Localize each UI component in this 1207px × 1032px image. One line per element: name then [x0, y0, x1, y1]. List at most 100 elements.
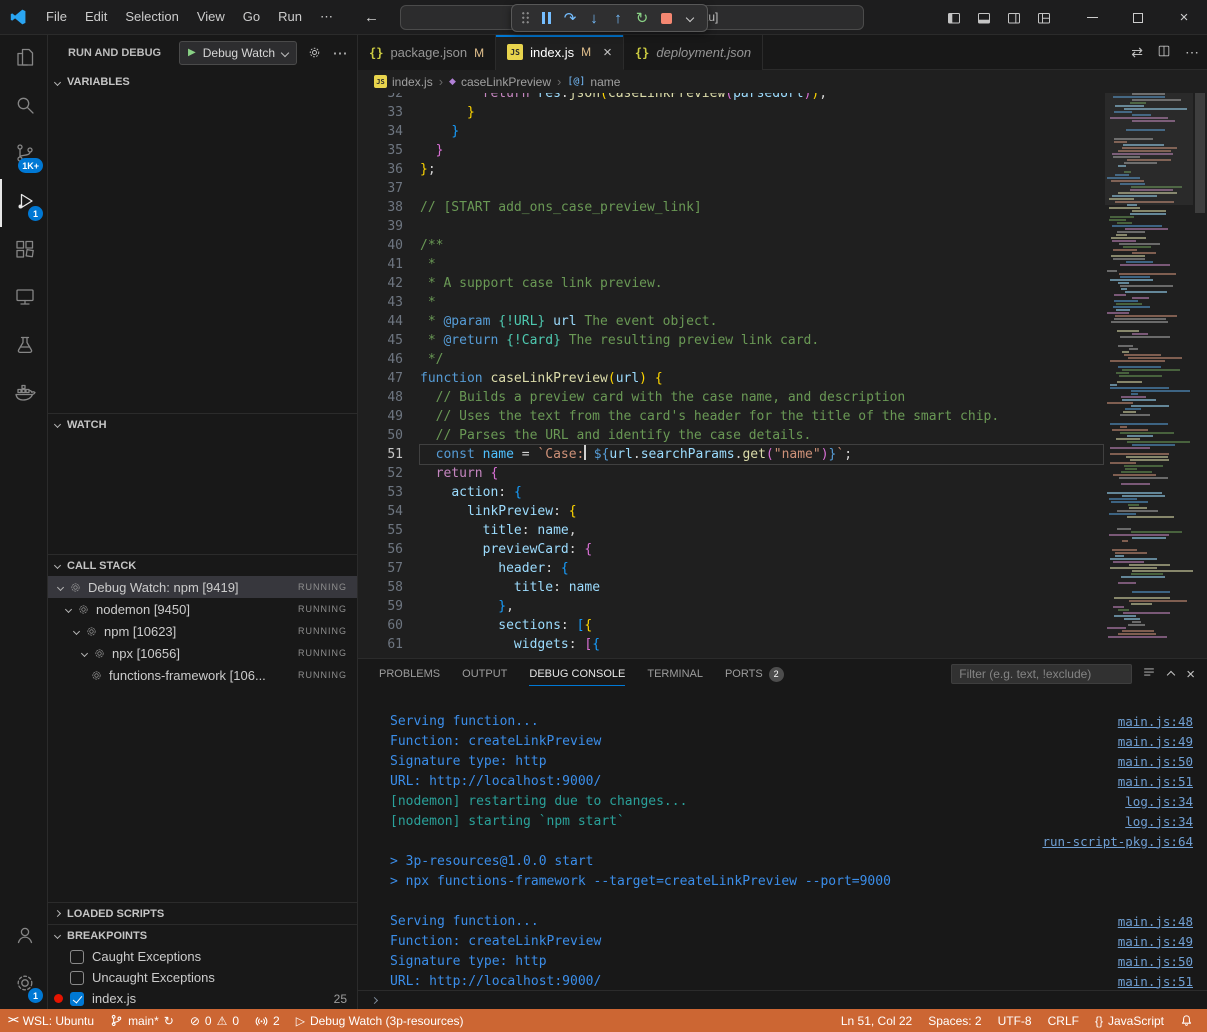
breakpoint-checkbox[interactable]	[70, 971, 84, 985]
code-line-52[interactable]: 52 return {	[358, 464, 1207, 483]
code-line-47[interactable]: 47function caseLinkPreview(url) {	[358, 369, 1207, 388]
source-location-link[interactable]: main.js:49	[1118, 934, 1193, 949]
code-line-32[interactable]: 32 return res.json(caseLinkPreview(parse…	[358, 93, 1207, 103]
line-number[interactable]: 56	[358, 540, 420, 559]
line-number[interactable]: 50	[358, 426, 420, 445]
code-line-60[interactable]: 60 sections: [{	[358, 616, 1207, 635]
code-line-37[interactable]: 37	[358, 179, 1207, 198]
minimap[interactable]	[1105, 93, 1193, 658]
minimize-button[interactable]	[1069, 0, 1115, 35]
line-number[interactable]: 47	[358, 369, 420, 388]
cursor-position[interactable]: Ln 51, Col 22	[833, 1009, 920, 1032]
line-number[interactable]: 54	[358, 502, 420, 521]
code-line-57[interactable]: 57 header: {	[358, 559, 1207, 578]
line-number[interactable]: 49	[358, 407, 420, 426]
source-location-link[interactable]: main.js:48	[1118, 914, 1193, 929]
menu-overflow[interactable]: ⋯	[311, 5, 342, 29]
notifications[interactable]	[1172, 1009, 1201, 1032]
go-back-icon[interactable]: ←	[364, 9, 379, 26]
activity-settings[interactable]: 1	[0, 961, 47, 1009]
console-output-options-icon[interactable]	[1142, 665, 1156, 684]
command-center[interactable]: tu] ↷↓↑↻	[400, 5, 864, 30]
menu-file[interactable]: File	[37, 5, 76, 29]
line-number[interactable]: 58	[358, 578, 420, 597]
editor-more-actions-icon[interactable]: ⋯	[1185, 44, 1199, 61]
panel-tab-debug-console[interactable]: DEBUG CONSOLE	[518, 659, 636, 689]
stop-icon[interactable]	[654, 6, 678, 30]
source-location-link[interactable]: main.js:49	[1118, 734, 1193, 749]
code-line-48[interactable]: 48 // Builds a preview card with the cas…	[358, 388, 1207, 407]
panel-tab-ports[interactable]: PORTS2	[714, 659, 795, 689]
scrollbar-thumb[interactable]	[1195, 93, 1205, 213]
split-editor-icon[interactable]	[1157, 44, 1171, 61]
breakpoint-row-index-js[interactable]: index.js25	[48, 988, 357, 1009]
breadcrumb-item-index-js[interactable]: JSindex.js	[374, 75, 433, 89]
line-number[interactable]: 52	[358, 464, 420, 483]
panel-tab-terminal[interactable]: TERMINAL	[636, 659, 714, 689]
callstack-session-nodemon-9450[interactable]: nodemon [9450]RUNNING	[48, 598, 357, 620]
launch-config-dropdown[interactable]: ▶ Debug Watch	[179, 41, 297, 65]
code-line-59[interactable]: 59 },	[358, 597, 1207, 616]
code-line-61[interactable]: 61 widgets: [{	[358, 635, 1207, 654]
code-line-55[interactable]: 55 title: name,	[358, 521, 1207, 540]
line-number[interactable]: 59	[358, 597, 420, 616]
code-line-43[interactable]: 43 *	[358, 293, 1207, 312]
indentation[interactable]: Spaces: 2	[920, 1009, 989, 1032]
open-changes-icon[interactable]: ⇄	[1131, 44, 1143, 61]
line-number[interactable]: 61	[358, 635, 420, 654]
code-line-51[interactable]: 51 const name = `Case: ${url.searchParam…	[358, 445, 1207, 464]
menu-edit[interactable]: Edit	[76, 5, 116, 29]
line-number[interactable]: 38	[358, 198, 420, 217]
line-number[interactable]: 55	[358, 521, 420, 540]
chevron-down-icon[interactable]	[73, 627, 80, 634]
section-breakpoints[interactable]: BREAKPOINTS	[48, 924, 357, 946]
step-over-icon[interactable]: ↷	[558, 6, 582, 30]
console-filter-input[interactable]	[951, 664, 1132, 684]
close-panel-icon[interactable]: ×	[1186, 666, 1195, 683]
code-editor[interactable]: 32 return res.json(caseLinkPreview(parse…	[358, 93, 1207, 658]
toggle-primary-sidebar-icon[interactable]	[939, 4, 969, 32]
activity-explorer[interactable]	[0, 35, 47, 83]
menu-view[interactable]: View	[188, 5, 234, 29]
panel-tab-problems[interactable]: PROBLEMS	[368, 659, 451, 689]
close-tab-icon[interactable]: ×	[603, 44, 612, 61]
line-number[interactable]: 45	[358, 331, 420, 350]
start-debug-icon[interactable]: ▶	[188, 47, 196, 58]
activity-search[interactable]	[0, 83, 47, 131]
section-watch[interactable]: WATCH	[48, 413, 357, 435]
activity-remote-explorer[interactable]	[0, 275, 47, 323]
line-number[interactable]: 41	[358, 255, 420, 274]
line-number[interactable]: 51	[358, 445, 420, 464]
chevron-down-icon[interactable]	[81, 649, 88, 656]
code-line-54[interactable]: 54 linkPreview: {	[358, 502, 1207, 521]
line-number[interactable]: 60	[358, 616, 420, 635]
activity-docker[interactable]	[0, 371, 47, 419]
remote-indicator[interactable]: ><WSL: Ubuntu	[0, 1009, 102, 1032]
code-line-33[interactable]: 33 }	[358, 103, 1207, 122]
breakpoint-checkbox[interactable]	[70, 950, 84, 964]
restart-icon[interactable]: ↻	[630, 6, 654, 30]
source-location-link[interactable]: main.js:51	[1118, 774, 1193, 789]
panel-tab-output[interactable]: OUTPUT	[451, 659, 518, 689]
callstack-session-debug-watch-npm-9419[interactable]: Debug Watch: npm [9419]RUNNING	[48, 576, 357, 598]
editor-scrollbar[interactable]	[1193, 93, 1207, 658]
source-location-link[interactable]: log.js:34	[1125, 794, 1193, 809]
line-number[interactable]: 39	[358, 217, 420, 236]
views-more-actions-icon[interactable]: ⋯	[327, 44, 353, 62]
maximize-panel-icon[interactable]	[1168, 665, 1174, 683]
debug-session[interactable]: ▷Debug Watch (3p-resources)	[288, 1009, 472, 1032]
tab-deployment-json[interactable]: {}deployment.json	[624, 35, 763, 70]
menu-selection[interactable]: Selection	[116, 5, 187, 29]
language-mode[interactable]: {}JavaScript	[1087, 1009, 1172, 1032]
breadcrumb-item-name[interactable]: [@]name	[567, 75, 620, 89]
problems[interactable]: ⊘0⚠0	[182, 1009, 247, 1032]
activity-accounts[interactable]	[0, 913, 47, 961]
code-line-58[interactable]: 58 title: name	[358, 578, 1207, 597]
step-into-icon[interactable]: ↓	[582, 6, 606, 30]
line-number[interactable]: 53	[358, 483, 420, 502]
line-number[interactable]: 34	[358, 122, 420, 141]
source-location-link[interactable]: main.js:50	[1118, 954, 1193, 969]
source-location-link[interactable]: main.js:48	[1118, 714, 1193, 729]
source-location-link[interactable]: run-script-pkg.js:64	[1042, 834, 1193, 849]
toolbar-drag-handle-icon[interactable]	[521, 11, 530, 25]
